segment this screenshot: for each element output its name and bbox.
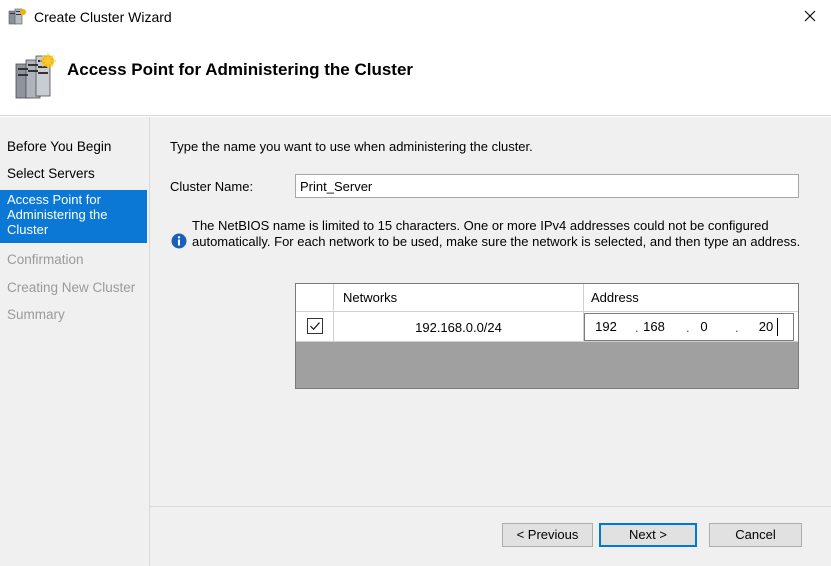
cluster-name-input[interactable] bbox=[295, 174, 799, 198]
page-title: Access Point for Administering the Clust… bbox=[67, 60, 414, 79]
step-select-servers[interactable]: Select Servers bbox=[0, 166, 147, 182]
wizard-header: Access Point for Administering the Clust… bbox=[0, 34, 831, 116]
footer-divider bbox=[150, 506, 831, 507]
ip-octet-1[interactable]: 192 bbox=[591, 319, 621, 334]
info-icon bbox=[171, 233, 187, 249]
window-title: Create Cluster Wizard bbox=[34, 9, 172, 25]
step-access-point[interactable]: Access Point for Administering the Clust… bbox=[0, 190, 147, 243]
ip-octet-2[interactable]: 168 bbox=[639, 319, 669, 334]
cancel-button[interactable]: Cancel bbox=[709, 523, 802, 547]
title-bar: Create Cluster Wizard bbox=[0, 0, 831, 34]
header-networks[interactable]: Networks bbox=[334, 284, 584, 312]
wizard-content: Type the name you want to use when admin… bbox=[150, 117, 831, 566]
cluster-server-icon bbox=[8, 7, 28, 27]
close-button[interactable] bbox=[795, 4, 825, 30]
table-row: 192.168.0.0/24 192 . 168 . 0 . 20 bbox=[296, 312, 798, 342]
ip-address-input[interactable]: 192 . 168 . 0 . 20 bbox=[584, 313, 794, 341]
step-creating-new-cluster: Creating New Cluster bbox=[7, 280, 136, 295]
text-caret bbox=[777, 318, 778, 336]
grid-header: Networks Address bbox=[296, 284, 798, 312]
cluster-name-label: Cluster Name: bbox=[170, 179, 254, 194]
previous-button[interactable]: < Previous bbox=[502, 523, 593, 547]
header-checkbox-column bbox=[296, 284, 334, 312]
networks-grid: Networks Address 192.168.0.0/24 192 . 16… bbox=[295, 283, 799, 389]
network-checkbox[interactable] bbox=[307, 318, 323, 334]
network-cell: 192.168.0.0/24 bbox=[334, 312, 584, 342]
info-message: The NetBIOS name is limited to 15 charac… bbox=[192, 218, 801, 249]
step-before-you-begin[interactable]: Before You Begin bbox=[0, 139, 147, 155]
checkmark-icon bbox=[310, 322, 320, 331]
next-button[interactable]: Next > bbox=[599, 523, 697, 547]
intro-text: Type the name you want to use when admin… bbox=[170, 139, 533, 154]
wizard-steps: Before You Begin Select Servers Access P… bbox=[0, 117, 150, 566]
checkbox-cell bbox=[296, 312, 334, 342]
ip-dot: . bbox=[735, 320, 739, 335]
step-confirmation: Confirmation bbox=[7, 252, 84, 267]
cluster-servers-icon bbox=[14, 52, 58, 102]
step-summary: Summary bbox=[7, 307, 65, 322]
header-address[interactable]: Address bbox=[584, 284, 798, 312]
close-icon bbox=[804, 10, 816, 25]
ip-octet-3[interactable]: 0 bbox=[689, 319, 719, 334]
